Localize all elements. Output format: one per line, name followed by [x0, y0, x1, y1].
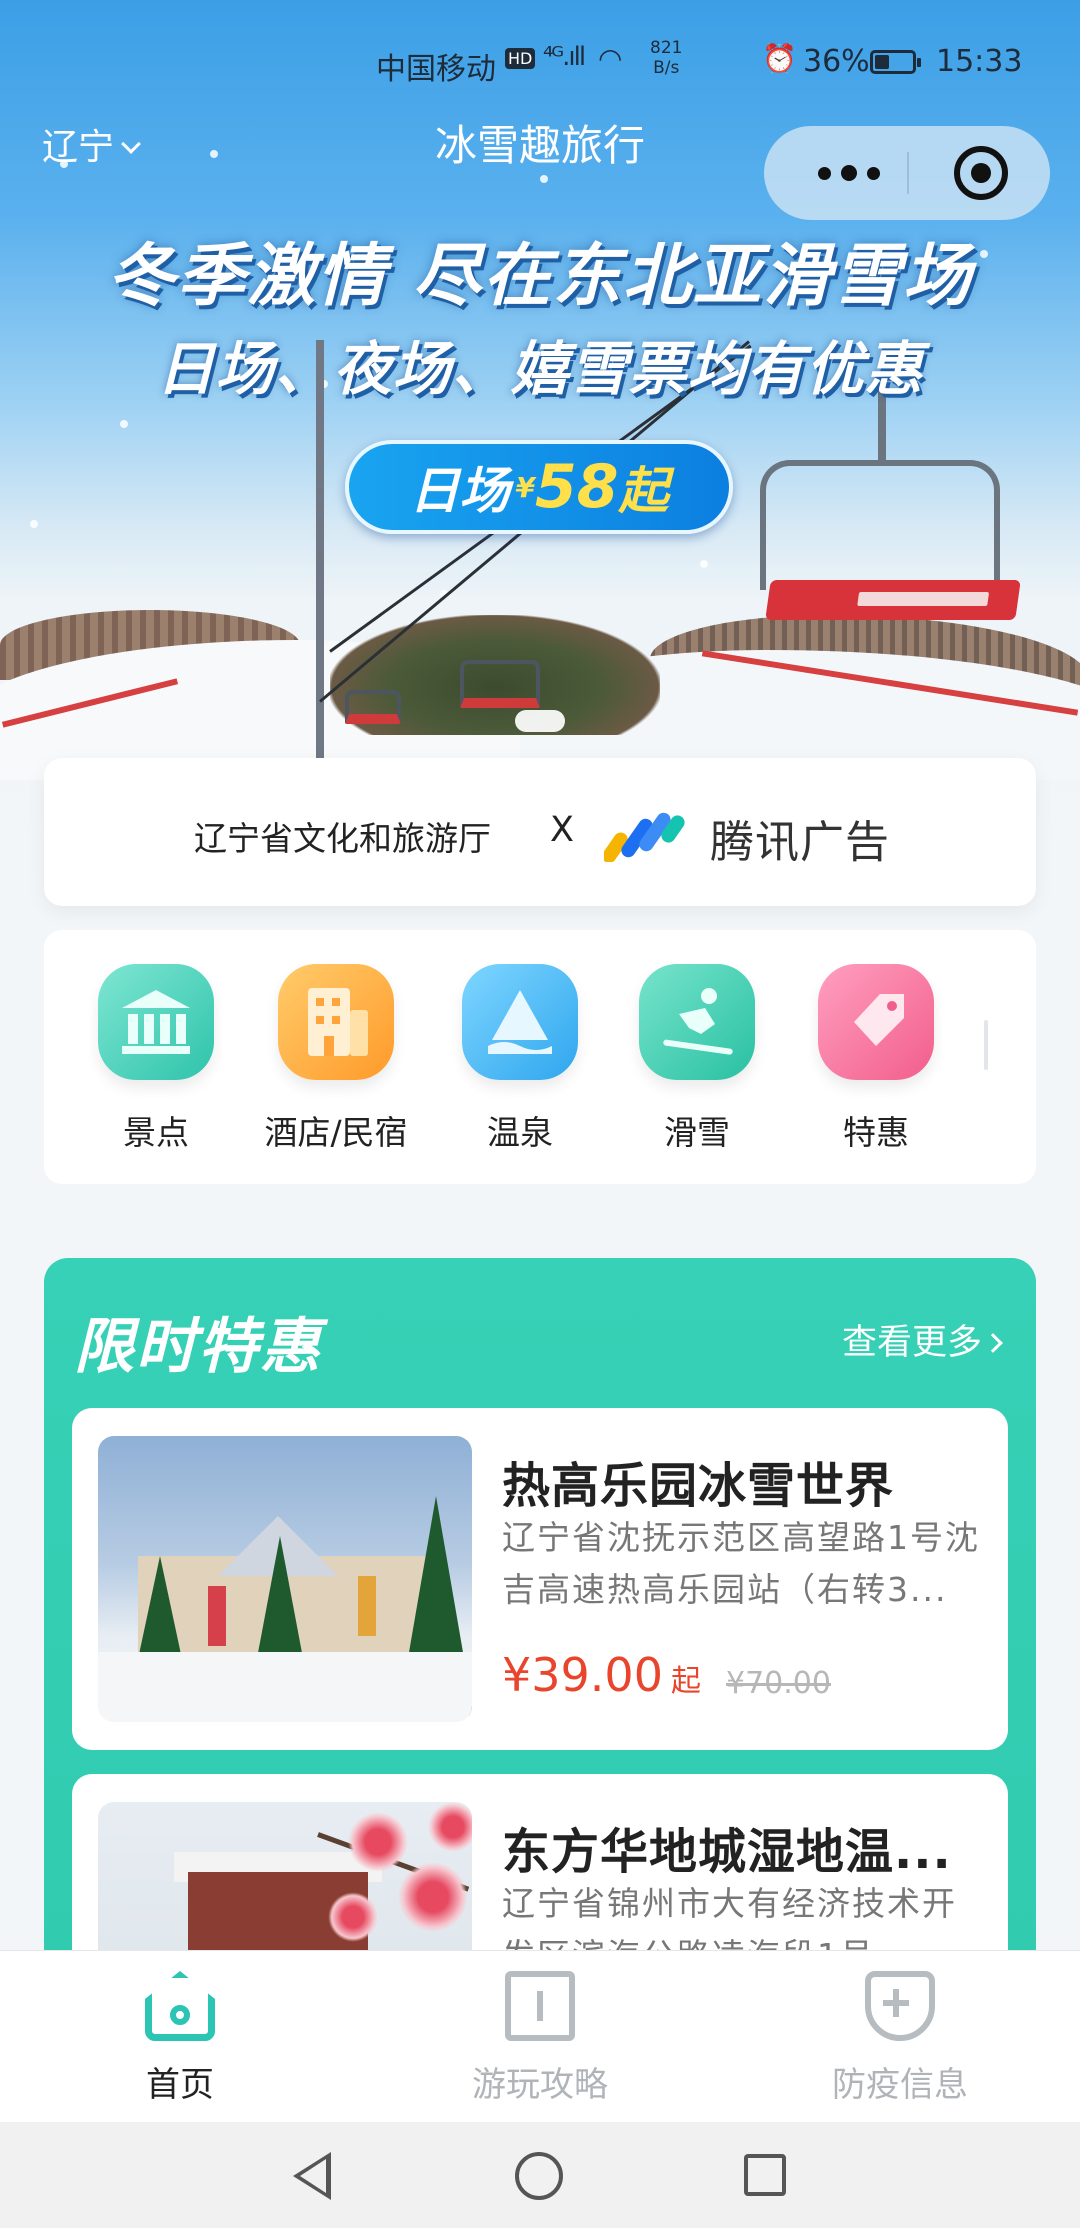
recent-apps-icon[interactable]: [744, 2154, 786, 2196]
section-title: 限时特惠: [74, 1312, 322, 1382]
alarm-icon: ⏰: [762, 42, 797, 75]
miniprogram-capsule: [764, 126, 1050, 220]
banner-price-pill[interactable]: 日场 ¥ 58 起: [345, 440, 733, 534]
deal-card[interactable]: 热高乐园冰雪世界 辽宁省沈抚示范区高望路1号沈吉高速热高乐园站（右转3... ¥…: [72, 1408, 1008, 1750]
carousel-indicator[interactable]: [515, 710, 565, 732]
view-more-label: 查看更多: [841, 1323, 982, 1363]
wifi-icon: ◠: [598, 42, 623, 75]
deal-price-suffix: 起: [670, 1664, 701, 1699]
deal-address: 辽宁省沈抚示范区高望路1号沈吉高速热高乐园站（右转3...: [502, 1518, 980, 1609]
category-label: 滑雪: [664, 1113, 730, 1152]
price-label: 日场: [409, 462, 510, 520]
deal-image: [98, 1436, 472, 1722]
category-deals[interactable]: 特惠: [791, 964, 961, 1154]
deal-price-value: ¥39.00: [502, 1648, 663, 1702]
snowflake: [30, 520, 38, 528]
category-scenic[interactable]: 景点: [71, 964, 241, 1154]
clock: 15:33: [936, 44, 1023, 79]
back-icon[interactable]: [293, 2152, 331, 2200]
skier-icon: [639, 964, 755, 1080]
partner-right: 腾讯广告: [710, 817, 890, 868]
hd-badge: HD: [505, 48, 536, 69]
tab-home[interactable]: 首页: [60, 1971, 300, 2106]
tab-label: 防疫信息: [832, 2065, 968, 2105]
capsule-divider: [907, 152, 909, 194]
more-dots-icon[interactable]: [804, 156, 894, 190]
price-suffix: 起: [618, 462, 669, 520]
home-circle-icon[interactable]: [515, 2152, 563, 2200]
category-label: 景点: [123, 1113, 189, 1152]
snowflake: [700, 560, 708, 568]
scroll-edge-indicator: [984, 1020, 988, 1070]
chevron-right-icon: [983, 1333, 1003, 1353]
deal-price: ¥39.00 起: [502, 1648, 701, 1702]
museum-icon: [98, 964, 214, 1080]
close-target-icon[interactable]: [954, 146, 1008, 200]
home-icon: [145, 1971, 215, 2041]
banner-subheadline: 日场、夜场、嬉雪票均有优惠: [156, 335, 924, 403]
network-speed-value: 821: [650, 38, 683, 58]
tab-label: 游玩攻略: [472, 2065, 608, 2105]
partner-left: 辽宁省文化和旅游厅: [194, 819, 491, 858]
guide-book-icon: [505, 1971, 575, 2041]
category-hot-spring[interactable]: 温泉: [435, 964, 605, 1154]
price-currency: ¥: [515, 470, 535, 504]
deal-name: 热高乐园冰雪世界: [502, 1458, 895, 1514]
deal-original-price: ¥70.00: [726, 1666, 831, 1701]
category-hotel[interactable]: 酒店/民宿: [251, 964, 421, 1154]
hero-banner[interactable]: 中国移动 HD ⁴ᴳ.ıll ◠ 821 B/s ⏰ 36% 15:33 辽宁 …: [0, 0, 1080, 880]
battery-percent: 36%: [803, 44, 870, 79]
battery-icon: [870, 50, 921, 74]
category-label: 酒店/民宿: [264, 1113, 408, 1152]
category-label: 温泉: [487, 1113, 553, 1152]
price-value: 58: [534, 452, 619, 522]
system-nav-bar: [0, 2122, 1080, 2228]
tab-label: 首页: [146, 2065, 214, 2105]
partner-x: X: [550, 810, 574, 850]
tencent-ads-logo-icon: [604, 812, 685, 862]
network-speed: 821 B/s: [650, 38, 682, 78]
tag-icon: [818, 964, 934, 1080]
tab-guide[interactable]: 游玩攻略: [420, 1971, 660, 2106]
view-more-link[interactable]: 查看更多: [841, 1314, 1003, 1365]
building-icon: [278, 964, 394, 1080]
carrier-label: 中国移动: [376, 52, 496, 87]
category-ski[interactable]: 滑雪: [612, 964, 782, 1154]
banner-headline: 冬季激情 尽在东北亚滑雪场: [107, 237, 973, 316]
category-label: 特惠: [843, 1113, 909, 1152]
signal-icon: ⁴ᴳ.ıll: [543, 42, 586, 72]
category-grid: 景点 酒店/民宿 温泉 滑雪 特惠: [44, 930, 1036, 1184]
partner-card: 辽宁省文化和旅游厅 X 腾讯广告: [44, 758, 1036, 906]
snowflake: [540, 175, 548, 183]
network-speed-unit: B/s: [653, 58, 680, 78]
bottom-tab-bar: 首页 游玩攻略 防疫信息: [0, 1950, 1080, 2122]
tab-epidemic[interactable]: 防疫信息: [780, 1971, 1020, 2106]
deal-name: 东方华地城湿地温...: [502, 1824, 952, 1880]
lift-chair: [345, 690, 401, 724]
shield-plus-icon: [865, 1971, 935, 2041]
status-bar: 中国移动 HD ⁴ᴳ.ıll ◠ 821 B/s ⏰ 36% 15:33: [0, 38, 1080, 88]
snowflake: [120, 420, 128, 428]
chairlift-seat: [760, 390, 1021, 630]
mountain-water-icon: [462, 964, 578, 1080]
lift-chair: [460, 660, 540, 708]
